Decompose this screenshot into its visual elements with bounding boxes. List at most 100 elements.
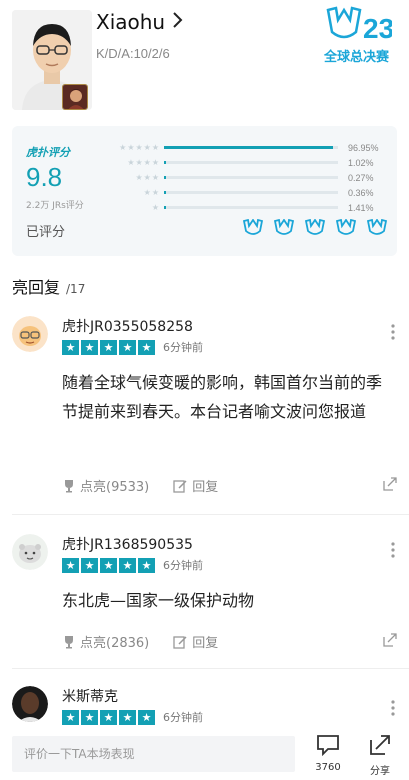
rating-row-3: ★★★ 0.27%: [112, 170, 392, 185]
star-icon: ★: [138, 339, 155, 355]
player-name: Xiaohu: [96, 10, 166, 34]
worlds-badge-icon: [366, 219, 388, 235]
player-name-link[interactable]: Xiaohu: [96, 10, 183, 34]
like-button[interactable]: 点亮(9533): [62, 476, 149, 495]
star-icon: ★: [62, 709, 79, 725]
star-icon: ★: [138, 709, 155, 725]
rating-bar-fill: [164, 161, 166, 164]
comment-text: 东北虎—国家一级保护动物: [62, 591, 255, 610]
comment-time: 6分钟前: [163, 711, 203, 724]
rating-bar-track: [164, 206, 338, 209]
star-icons: ★★: [143, 188, 160, 197]
rating-badges[interactable]: [242, 219, 388, 237]
star-icon: ★: [119, 557, 136, 573]
like-count: 点亮(2836): [80, 636, 150, 651]
star-icon: ★: [138, 557, 155, 573]
player-header: Xiaohu K/D/A:10/2/6 23 全球总决赛: [0, 0, 409, 118]
star-icon: ★: [62, 557, 79, 573]
reply-button[interactable]: 回复: [173, 632, 218, 651]
star-icon: ★: [81, 339, 98, 355]
rating-bar-track: [164, 176, 338, 179]
rating-bar-fill: [164, 191, 166, 194]
star-icon: ★: [62, 339, 79, 355]
rating-comment-input[interactable]: 评价一下TA本场表现: [12, 736, 295, 772]
comment-icon: [317, 735, 339, 757]
more-options-icon[interactable]: [391, 542, 395, 562]
commenter-avatar[interactable]: [12, 316, 48, 352]
trophy-icon: [65, 635, 73, 648]
comment-rating: ★ ★ ★ ★ ★ 6分钟前: [62, 709, 203, 725]
commenter-username[interactable]: 虎扑JR1368590535: [62, 534, 193, 554]
champion-icon: [62, 84, 88, 110]
comment-count: 3760: [315, 762, 341, 773]
divider: [12, 514, 409, 515]
commenter-avatar[interactable]: [12, 686, 48, 722]
star-icons: ★★★★★: [119, 143, 160, 152]
rating-distribution: ★★★★★ 96.95% ★★★★ 1.02% ★★★ 0.27% ★★ 0.3…: [112, 140, 392, 215]
star-icon: ★: [81, 557, 98, 573]
comment-time: 6分钟前: [163, 559, 203, 572]
comments-button[interactable]: 3760: [312, 734, 344, 773]
commenter-avatar[interactable]: [12, 534, 48, 570]
comment-rating: ★ ★ ★ ★ ★ 6分钟前: [62, 557, 203, 573]
like-count: 点亮(9533): [80, 480, 150, 495]
rating-percent: 96.95%: [348, 142, 379, 153]
worlds-2023-logo: 23 全球总决赛: [322, 6, 394, 66]
svg-text:23: 23: [363, 13, 392, 44]
reply-button[interactable]: 回复: [173, 476, 218, 495]
worlds-badge-icon: [242, 219, 264, 235]
share-icon[interactable]: [383, 476, 397, 495]
comment-actions: 点亮(2836) 回复: [62, 632, 397, 651]
star-icon: ★: [119, 709, 136, 725]
like-button[interactable]: 点亮(2836): [62, 632, 149, 651]
share-icon: [370, 735, 390, 755]
section-count: /17: [66, 282, 86, 296]
rated-status: 已评分: [26, 225, 66, 240]
more-options-icon[interactable]: [391, 700, 395, 720]
chevron-right-icon: [171, 10, 183, 34]
star-icons: ★★★★: [127, 158, 160, 167]
rating-score: 9.8: [26, 162, 63, 192]
share-button[interactable]: 分享: [364, 734, 396, 777]
rating-row-2: ★★ 0.36%: [112, 185, 392, 200]
reply-label: 回复: [192, 480, 219, 495]
comment-rating: ★ ★ ★ ★ ★ 6分钟前: [62, 339, 203, 355]
comment-item: 虎扑JR1368590535 ★ ★ ★ ★ ★ 6分钟前 东北虎—国家一级保护…: [0, 528, 409, 658]
highlight-replies-title: 亮回复/17: [12, 274, 85, 298]
comment-time: 6分钟前: [163, 341, 203, 354]
svg-text:全球总决赛: 全球总决赛: [323, 49, 390, 65]
divider: [12, 668, 409, 669]
share-label: 分享: [370, 766, 390, 777]
worlds-badge-icon: [335, 219, 357, 235]
rating-percent: 1.41%: [348, 202, 374, 213]
commenter-username[interactable]: 虎扑JR0355058258: [62, 316, 193, 336]
share-icon[interactable]: [383, 632, 397, 651]
rating-row-5: ★★★★★ 96.95%: [112, 140, 392, 155]
rating-row-4: ★★★★ 1.02%: [112, 155, 392, 170]
rating-card: 虎扑评分 9.8 2.2万 JRs评分 已评分 ★★★★★ 96.95% ★★★…: [12, 126, 397, 256]
rating-row-1: ★ 1.41%: [112, 200, 392, 215]
bottom-bar: 评价一下TA本场表现 3760 分享: [0, 728, 409, 780]
rating-count: 2.2万 JRs评分: [26, 201, 84, 211]
rating-percent: 0.36%: [348, 187, 374, 198]
rating-bar-track: [164, 161, 338, 164]
comment-actions: 点亮(9533) 回复: [62, 476, 397, 495]
rating-bar-track: [164, 191, 338, 194]
star-icon: ★: [100, 557, 117, 573]
more-options-icon[interactable]: [391, 324, 395, 344]
worlds-badge-icon: [273, 219, 295, 235]
comment-item: 米斯蒂克 ★ ★ ★ ★ ★ 6分钟前: [0, 682, 409, 728]
worlds-badge-icon: [304, 219, 326, 235]
star-icon: ★: [81, 709, 98, 725]
player-kda: K/D/A:10/2/6: [96, 46, 170, 61]
comment-text: 随着全球气候变暖的影响，韩国首尔当前的季节提前来到春天。本台记者喻文波问您报道: [62, 373, 383, 421]
edit-icon: [173, 479, 187, 493]
star-icons: ★★★: [135, 173, 160, 182]
commenter-username[interactable]: 米斯蒂克: [62, 686, 118, 706]
rating-bar-fill: [164, 146, 333, 149]
rating-percent: 0.27%: [348, 172, 374, 183]
trophy-icon: [65, 479, 73, 492]
rating-brand: 虎扑评分: [26, 146, 70, 159]
rating-bar-fill: [164, 206, 167, 209]
rating-bar-fill: [164, 176, 166, 179]
